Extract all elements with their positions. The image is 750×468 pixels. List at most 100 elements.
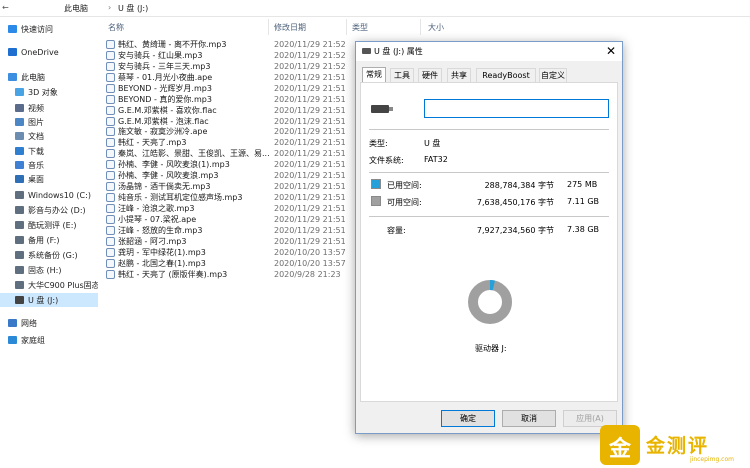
sidebar-item[interactable]: 桌面 [0, 172, 98, 186]
tab-sharing[interactable]: 共享 [447, 68, 471, 83]
ok-button[interactable]: 确定 [441, 410, 495, 427]
column-date[interactable]: 修改日期 [274, 22, 306, 33]
file-row[interactable]: G.E.M.邓紫棋 - 泡沫.flac 2020/11/29 21:51 [98, 116, 378, 127]
address-bar[interactable]: ← 此电脑 › U 盘 (J:) [0, 0, 750, 17]
dialog-tabs: 常规 工具 硬件 共享 ReadyBoost 自定义 [360, 67, 618, 83]
tab-hardware[interactable]: 硬件 [418, 68, 442, 83]
close-icon[interactable]: ✕ [606, 44, 616, 58]
file-row[interactable]: 小提琴 - 07.梁祝.ape 2020/11/29 21:51 [98, 214, 378, 225]
file-row[interactable]: 韩红 - 天亮了.mp3 2020/11/29 21:51 [98, 137, 378, 148]
column-name[interactable]: 名称 [108, 22, 124, 33]
file-row[interactable]: 安与骑兵 - 红山果.mp3 2020/11/29 21:52 [98, 50, 378, 61]
capacity-human: 7.38 GB [567, 225, 600, 234]
capacity-bytes: 7,927,234,560 字节 [476, 226, 554, 235]
drive-icon [15, 191, 24, 199]
file-row[interactable]: 孙楠、李健 - 风吹麦浪.mp3 2020/11/29 21:51 [98, 170, 378, 181]
sidebar-item-label: 音乐 [28, 160, 44, 170]
file-row[interactable]: 汪峰 - 沧浪之歌.mp3 2020/11/29 21:51 [98, 203, 378, 214]
sidebar-item[interactable]: 系统备份 (G:) [0, 248, 98, 262]
audio-file-icon [106, 138, 115, 148]
sidebar-item[interactable]: 此电脑 [0, 70, 98, 84]
file-row[interactable]: BEYOND - 光辉岁月.mp3 2020/11/29 21:51 [98, 83, 378, 94]
navigation-pane: 快速访问 OneDrive 此电脑 3D 对象视频 图片 文档 下载音乐桌面 Windows1… [0, 17, 98, 468]
file-date: 2020/11/29 21:51 [274, 214, 346, 224]
tab-customize[interactable]: 自定义 [539, 68, 567, 83]
divider [369, 172, 609, 173]
free-space-swatch [371, 196, 381, 206]
sidebar-item[interactable]: 文档 [0, 129, 98, 143]
file-row[interactable]: 纯音乐 - 测试耳机定位感声场.mp3 2020/11/29 21:51 [98, 192, 378, 203]
tab-tools[interactable]: 工具 [390, 68, 414, 83]
sidebar-item[interactable]: 下载 [0, 144, 98, 158]
file-date: 2020/11/29 21:52 [274, 61, 346, 71]
file-row[interactable]: BEYOND - 真的爱你.mp3 2020/11/29 21:51 [98, 94, 378, 105]
desktop-icon [15, 175, 24, 183]
file-date: 2020/11/29 21:51 [274, 171, 346, 181]
file-row[interactable]: 张韶涵 - 阿刁.mp3 2020/11/29 21:51 [98, 236, 378, 247]
column-separator[interactable] [420, 19, 421, 35]
file-row[interactable]: 蔡琴 - 01.月光小夜曲.ape 2020/11/29 21:51 [98, 72, 378, 83]
sidebar-item-label: 桌面 [28, 174, 44, 184]
file-row[interactable]: 汤晶锦 - 酒干倘卖无.mp3 2020/11/29 21:51 [98, 181, 378, 192]
sidebar-item[interactable]: 视频 [0, 101, 98, 115]
sidebar-item[interactable]: 大华C900 Plus固态 [0, 278, 98, 292]
column-size[interactable]: 大小 [428, 22, 444, 33]
file-row[interactable]: 孙楠、李健 - 风吹麦浪(1).mp3 2020/11/29 21:51 [98, 159, 378, 170]
properties-dialog: U 盘 (J:) 属性 ✕ 常规 工具 硬件 共享 ReadyBoost 自定义… [355, 41, 623, 434]
sidebar-item[interactable]: 快速访问 [0, 22, 98, 36]
sidebar-item[interactable]: OneDrive [0, 45, 98, 59]
sidebar-item-label: 快速访问 [21, 24, 53, 34]
column-type[interactable]: 类型 [352, 22, 368, 33]
file-row[interactable]: 秦岚、江皓影、景甜、王俊凯、王源、易... 2020/11/29 21:51 [98, 148, 378, 159]
file-row[interactable]: 韩红、黄绮珊 - 离不开你.mp3 2020/11/29 21:52 [98, 39, 378, 50]
breadcrumb-separator-icon: › [108, 3, 112, 12]
tab-general[interactable]: 常规 [362, 67, 386, 83]
picture-icon [15, 118, 24, 126]
sidebar-item[interactable]: U 盘 (J:) [0, 293, 98, 307]
audio-file-icon [106, 269, 115, 279]
sidebar-item[interactable]: 酷玩测评 (E:) [0, 218, 98, 232]
sidebar-item[interactable]: 家庭组 [0, 333, 98, 347]
sidebar-item[interactable]: Windows10 (C:) [0, 188, 98, 202]
sidebar-item[interactable]: 3D 对象 [0, 85, 98, 99]
filesystem-label: 文件系统: [369, 156, 404, 165]
file-row[interactable]: 韩红 - 天亮了 (原版伴奏).mp3 2020/9/28 21:23 [98, 269, 378, 280]
usb-drive-icon [362, 48, 371, 54]
usb-drive-icon [371, 105, 393, 113]
sidebar-item-label: 家庭组 [21, 335, 45, 345]
file-row[interactable]: 汪峰 - 怒放的生命.mp3 2020/11/29 21:51 [98, 225, 378, 236]
capacity-label: 容量: [387, 226, 406, 235]
drive-name-input[interactable] [424, 99, 609, 118]
breadcrumb-this-pc[interactable]: 此电脑 [64, 3, 88, 14]
file-row[interactable]: 施文敏 - 寂寞沙洲冷.ape 2020/11/29 21:51 [98, 127, 378, 138]
back-icon[interactable]: ← [2, 3, 9, 12]
sidebar-item[interactable]: 固态 (H:) [0, 263, 98, 277]
general-panel: 类型: U 盘 文件系统: FAT32 已用空间: 288,784,384 字节… [360, 82, 618, 402]
download-icon [15, 147, 24, 155]
file-row[interactable]: 赵鹏 - 北国之春(1).mp3 2020/10/20 13:57 [98, 258, 378, 269]
sidebar-item[interactable]: 备用 (F:) [0, 233, 98, 247]
usb-drive-icon [15, 296, 24, 304]
sidebar-item[interactable]: 图片 [0, 115, 98, 129]
sidebar-item-label: 固态 (H:) [28, 265, 62, 275]
sidebar-item-label: 网络 [21, 318, 37, 328]
star-icon [8, 25, 17, 33]
cancel-button[interactable]: 取消 [502, 410, 556, 427]
sidebar-item[interactable]: 影音与办公 (D:) [0, 203, 98, 217]
drive-icon [15, 221, 24, 229]
breadcrumb-usb-drive[interactable]: U 盘 (J:) [118, 3, 148, 14]
sidebar-item[interactable]: 音乐 [0, 158, 98, 172]
tab-readyboost[interactable]: ReadyBoost [476, 68, 536, 83]
document-icon [15, 132, 24, 140]
file-row[interactable]: G.E.M.邓紫棋 - 喜欢你.flac 2020/11/29 21:51 [98, 105, 378, 116]
audio-file-icon [106, 149, 115, 159]
sidebar-item[interactable]: 网络 [0, 316, 98, 330]
file-name: G.E.M.邓紫棋 - 喜欢你.flac [118, 105, 217, 115]
column-separator[interactable] [346, 19, 347, 35]
divider [369, 216, 609, 217]
file-date: 2020/11/29 21:51 [274, 94, 346, 104]
file-row[interactable]: 龚玥 - 军中绿花(1).mp3 2020/10/20 13:57 [98, 247, 378, 258]
column-separator[interactable] [268, 19, 269, 35]
dialog-title-bar[interactable]: U 盘 (J:) 属性 ✕ [356, 42, 622, 61]
file-row[interactable]: 安与骑兵 - 三年三天.mp3 2020/11/29 21:52 [98, 61, 378, 72]
